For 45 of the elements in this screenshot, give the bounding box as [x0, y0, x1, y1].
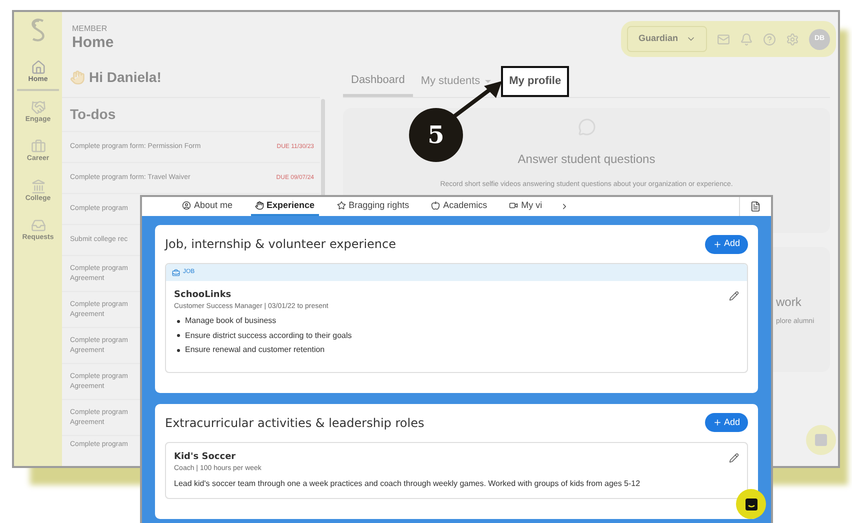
profile-tab[interactable]: About me: [178, 197, 237, 216]
profile-tab[interactable]: Experience: [250, 197, 319, 216]
profile-tab[interactable]: Academics: [427, 197, 492, 216]
home-icon: [30, 60, 46, 75]
bullet-icon: [177, 334, 180, 338]
bullet-icon: [177, 320, 180, 323]
add-button[interactable]: Add: [704, 413, 748, 432]
user-icon: [182, 201, 191, 210]
card-title: Answer student questions: [518, 151, 656, 168]
briefcase-icon: [30, 139, 46, 154]
page-title: Home: [72, 34, 114, 52]
chat-icon: [744, 498, 758, 510]
section-title: Job, internship & volunteer experience: [165, 236, 396, 253]
profile-tab[interactable]: My vi: [505, 197, 546, 216]
entry-title: SchooLinks: [174, 289, 232, 302]
bullet-text: Ensure district success according to their goals: [185, 330, 352, 342]
hand-icon: [254, 201, 264, 210]
add-button[interactable]: Add: [704, 234, 748, 254]
edit-icon[interactable]: [729, 452, 739, 462]
plus-icon: [712, 418, 722, 427]
profile-tab[interactable]: Bragging rights: [332, 197, 414, 216]
star-icon: [336, 201, 346, 210]
page-eyebrow: MEMBER: [72, 24, 108, 34]
plus-icon: [712, 240, 722, 248]
greeting: Hi Daniela!: [89, 68, 162, 86]
role-dropdown[interactable]: Guardian: [627, 26, 707, 52]
nav-tab[interactable]: My profile: [501, 66, 570, 97]
bank-icon: [30, 178, 46, 194]
todos-heading: To-dos: [62, 97, 320, 131]
bullet-text: Manage book of business: [185, 315, 276, 328]
apple-icon: [431, 201, 440, 210]
waving-hand-icon: [70, 70, 85, 84]
inbox-icon: [30, 218, 46, 233]
video-icon: [509, 201, 518, 210]
bullet-text: Ensure renewal and customer retention: [185, 344, 325, 356]
handshake-icon: [30, 100, 46, 114]
briefcase-icon: [172, 268, 180, 276]
nav-tab[interactable]: Dashboard: [343, 66, 413, 97]
edit-icon[interactable]: [729, 291, 739, 301]
card-text: work: [776, 294, 802, 311]
section-title: Extracurricular activities & leadership roles: [165, 414, 424, 432]
bullet-icon: [177, 348, 180, 352]
entry-title: Kid's Soccer: [174, 450, 237, 464]
document-icon[interactable]: [750, 201, 761, 212]
entry-description: Lead kid's soccer team through one a week practices and coach through weekly games. Worked with groups of kids from ages 5-12: [174, 478, 640, 490]
